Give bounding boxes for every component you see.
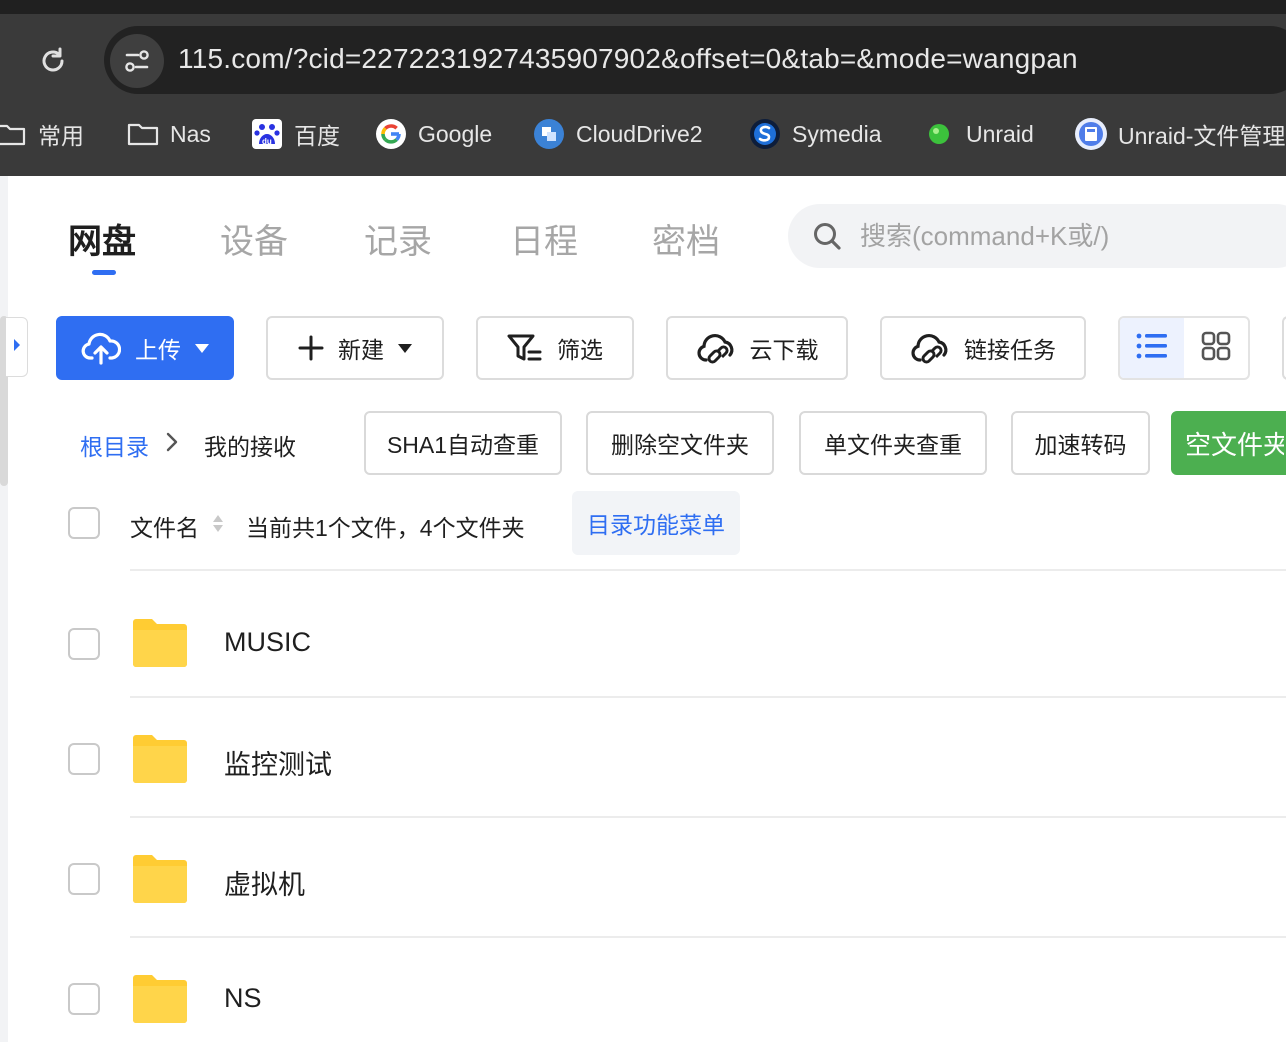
bookmark-label: Nas bbox=[170, 120, 211, 147]
select-all-checkbox[interactable] bbox=[68, 507, 100, 539]
list-item[interactable]: 虚拟机 bbox=[0, 828, 1286, 928]
filter-icon bbox=[507, 333, 543, 363]
filter-label: 筛选 bbox=[557, 337, 603, 363]
page: 网盘 设备 记录 日程 密档 上传 新建 bbox=[0, 176, 1286, 1042]
bookmark-label: CloudDrive2 bbox=[576, 120, 703, 147]
bookmark-label: 百度 bbox=[294, 123, 340, 149]
list-item[interactable]: MUSIC bbox=[0, 592, 1286, 692]
folder-icon bbox=[126, 117, 160, 151]
row-checkbox[interactable] bbox=[68, 983, 100, 1015]
url-text[interactable]: 115.com/?cid=2272231927435907902&offset=… bbox=[178, 43, 1078, 75]
reload-icon[interactable] bbox=[32, 40, 74, 82]
search-input[interactable] bbox=[860, 220, 1280, 252]
symedia-icon bbox=[748, 117, 782, 151]
bookmark-changyong[interactable]: 常用 bbox=[0, 110, 84, 158]
bookmark-clouddrive2[interactable]: CloudDrive2 bbox=[532, 110, 703, 158]
list-view-icon bbox=[1136, 332, 1168, 365]
divider bbox=[130, 569, 1286, 571]
caret-down-icon bbox=[398, 343, 412, 353]
row-checkbox[interactable] bbox=[68, 863, 100, 895]
delete-empty-folders-button[interactable]: 删除空文件夹 bbox=[586, 411, 774, 475]
divider bbox=[130, 816, 1286, 818]
more-button[interactable] bbox=[1282, 316, 1286, 380]
unraid-file-icon bbox=[1074, 117, 1108, 151]
bookmark-google[interactable]: Google bbox=[374, 110, 492, 158]
file-name: 监控测试 bbox=[224, 750, 332, 780]
tab-jilu[interactable]: 记录 bbox=[364, 214, 432, 263]
bookmarks-bar: 常用 Nas du 百度 Google CloudDrive2 Symedia … bbox=[0, 110, 1286, 158]
divider bbox=[130, 696, 1286, 698]
new-button[interactable]: 新建 bbox=[266, 316, 444, 380]
link-task-button[interactable]: 链接任务 bbox=[880, 316, 1086, 380]
bookmark-symedia[interactable]: Symedia bbox=[748, 110, 881, 158]
upload-button[interactable]: 上传 bbox=[56, 316, 234, 380]
caret-down-icon bbox=[195, 343, 209, 353]
green-dot-icon bbox=[922, 117, 956, 151]
list-view-button[interactable] bbox=[1120, 318, 1184, 378]
folder-icon bbox=[131, 734, 189, 784]
bookmark-unraid-file[interactable]: Unraid-文件管理 bbox=[1074, 110, 1285, 158]
bookmark-nas[interactable]: Nas bbox=[126, 110, 211, 158]
row-checkbox[interactable] bbox=[68, 628, 100, 660]
view-switch bbox=[1118, 316, 1250, 380]
chevron-right-icon bbox=[164, 430, 180, 454]
folder-icon bbox=[131, 974, 189, 1024]
tab-wangpan[interactable]: 网盘 bbox=[68, 214, 136, 263]
breadcrumb-root[interactable]: 根目录 bbox=[80, 428, 149, 462]
empty-folder-button[interactable]: 空文件夹 bbox=[1171, 411, 1286, 475]
bookmark-label: Unraid bbox=[966, 120, 1034, 147]
tab-shebei[interactable]: 设备 bbox=[220, 214, 288, 263]
plus-icon bbox=[298, 335, 324, 361]
tab-richeng[interactable]: 日程 bbox=[510, 214, 578, 263]
directory-menu-button[interactable]: 目录功能菜单 bbox=[572, 491, 740, 555]
tab-strip bbox=[0, 0, 1286, 14]
file-name: MUSIC bbox=[224, 627, 311, 657]
sidebar-expand-button[interactable] bbox=[6, 317, 28, 377]
cloud-download-label: 云下载 bbox=[749, 337, 819, 363]
cloud-link-icon bbox=[910, 332, 950, 364]
bookmark-label: 常用 bbox=[38, 123, 84, 149]
accelerate-transcode-button[interactable]: 加速转码 bbox=[1011, 411, 1150, 475]
google-icon bbox=[374, 117, 408, 151]
bookmark-label: Symedia bbox=[792, 120, 882, 147]
divider bbox=[130, 936, 1286, 938]
row-checkbox[interactable] bbox=[68, 743, 100, 775]
clouddrive-icon bbox=[532, 117, 566, 151]
column-header-name[interactable]: 文件名 bbox=[130, 509, 199, 543]
upload-label: 上传 bbox=[135, 337, 181, 363]
list-item[interactable]: NS bbox=[0, 948, 1286, 1042]
cloud-upload-icon bbox=[81, 331, 121, 365]
bookmark-label: Unraid-文件管理 bbox=[1118, 123, 1286, 149]
filter-button[interactable]: 筛选 bbox=[476, 316, 634, 380]
grid-view-button[interactable] bbox=[1184, 318, 1248, 378]
breadcrumb-current: 我的接收 bbox=[204, 434, 296, 460]
grid-view-icon bbox=[1201, 331, 1231, 366]
bookmark-label: Google bbox=[418, 120, 493, 147]
tab-midang[interactable]: 密档 bbox=[652, 214, 720, 263]
cloud-link-icon bbox=[696, 332, 736, 364]
chevron-right-icon bbox=[12, 338, 22, 357]
sort-icon[interactable] bbox=[212, 510, 224, 536]
sha1-dedupe-button[interactable]: SHA1自动查重 bbox=[364, 411, 562, 475]
bookmark-unraid[interactable]: Unraid bbox=[922, 110, 1034, 158]
list-item[interactable]: 监控测试 bbox=[0, 708, 1286, 808]
site-settings-icon[interactable] bbox=[110, 34, 164, 88]
search-icon bbox=[810, 219, 844, 253]
folder-icon bbox=[0, 117, 28, 151]
file-name: 虚拟机 bbox=[224, 870, 305, 900]
tab-active-indicator bbox=[92, 270, 116, 275]
link-task-label: 链接任务 bbox=[964, 337, 1056, 363]
search-box[interactable] bbox=[788, 204, 1286, 268]
single-folder-dedupe-button[interactable]: 单文件夹查重 bbox=[799, 411, 987, 475]
folder-icon bbox=[131, 854, 189, 904]
baidu-icon: du bbox=[250, 117, 284, 151]
cloud-download-button[interactable]: 云下载 bbox=[666, 316, 848, 380]
folder-icon bbox=[131, 618, 189, 668]
file-name: NS bbox=[224, 983, 262, 1013]
new-label: 新建 bbox=[338, 337, 384, 363]
bookmark-baidu[interactable]: du 百度 bbox=[250, 110, 340, 158]
file-count-text: 当前共1个文件，4个文件夹 bbox=[246, 515, 525, 541]
svg-text:du: du bbox=[262, 137, 272, 146]
